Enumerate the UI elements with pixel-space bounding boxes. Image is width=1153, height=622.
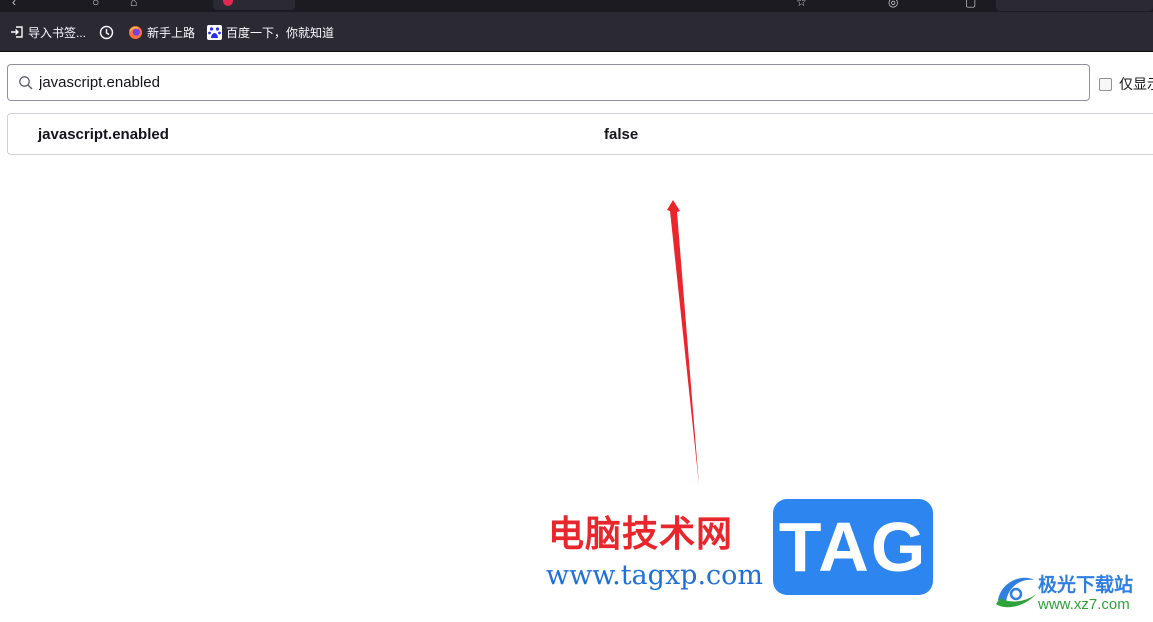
bookmark-import[interactable]: 导入书签... xyxy=(10,12,86,52)
back-icon[interactable]: ‹ xyxy=(12,0,16,8)
search-icon xyxy=(19,76,33,90)
shield-icon[interactable]: ◎ xyxy=(888,0,898,8)
bookmark-baidu[interactable]: 百度一下，你就知道 xyxy=(207,12,334,52)
bookmark-label: 导入书签... xyxy=(28,25,87,40)
watermark-site-url: www.tagxp.com xyxy=(546,560,764,591)
watermark-site-name: 电脑技术网 xyxy=(548,514,734,555)
watermark2-site-url: www.xz7.com xyxy=(1038,596,1130,613)
show-modified-only-toggle[interactable]: 仅显示 xyxy=(1099,74,1153,94)
bookmark-label: 百度一下，你就知道 xyxy=(226,25,335,40)
pref-row[interactable]: javascript.enabled false xyxy=(7,113,1153,155)
jiguang-logo-icon xyxy=(996,577,1036,608)
bookmarks-toolbar: 导入书签... 新手上路 百度一下，你就知道 xyxy=(0,12,1153,52)
browser-tab-strip: ‹ ○ ⌂ ☆ ◎ ▢ xyxy=(0,0,1153,12)
search-input[interactable] xyxy=(39,65,1079,100)
bookmark-star-icon[interactable]: ☆ xyxy=(796,0,807,8)
firefox-icon xyxy=(129,25,142,39)
pref-value[interactable]: false xyxy=(604,126,638,143)
pref-search-field[interactable] xyxy=(7,64,1090,101)
extensions-icon[interactable]: ▢ xyxy=(965,0,976,8)
red-arrow-annotation-icon xyxy=(667,200,699,485)
reload-icon[interactable]: ○ xyxy=(92,0,99,8)
bookmark-label: 新手上路 xyxy=(147,25,196,40)
checkbox-label: 仅显示 xyxy=(1119,76,1153,92)
pref-name: javascript.enabled xyxy=(38,126,169,143)
import-icon xyxy=(11,26,23,38)
checkbox[interactable] xyxy=(1099,77,1112,91)
web-search-box[interactable] xyxy=(996,0,1153,11)
home-icon[interactable]: ⌂ xyxy=(130,0,137,8)
watermark-tag-logo: TAG xyxy=(773,499,933,595)
bookmark-history[interactable] xyxy=(99,12,118,52)
watermark2-site-name: 极光下载站 xyxy=(1038,574,1134,596)
url-bar[interactable] xyxy=(296,0,820,12)
clock-icon xyxy=(99,25,114,39)
tab-config[interactable] xyxy=(213,0,295,10)
baidu-icon xyxy=(207,24,222,40)
tab-favicon-icon xyxy=(223,0,233,6)
bookmark-getting-started[interactable]: 新手上路 xyxy=(128,12,195,52)
